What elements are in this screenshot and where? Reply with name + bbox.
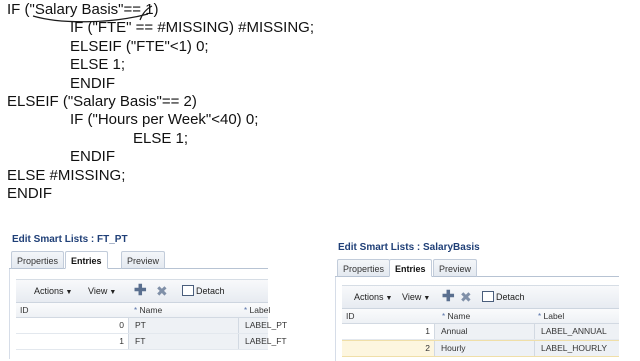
dropdown-arrow-icon: ▼ — [423, 295, 431, 302]
entries-toolbar: Actions ▼ View ▼ ✚ ✖ Detach — [16, 279, 268, 303]
code-line: ELSEIF ("Salary Basis"== 2) — [7, 92, 197, 110]
cell-id: 0 — [119, 320, 124, 330]
actions-menu[interactable]: Actions ▼ — [354, 286, 392, 308]
tab-entries[interactable]: Entries — [65, 251, 108, 269]
entries-toolbar: Actions ▼ View ▼ ✚ ✖ Detach — [342, 285, 619, 309]
code-line: ELSE 1; — [70, 56, 126, 74]
asterisk-icon: * — [442, 312, 446, 321]
cell-name[interactable]: FT — [128, 334, 238, 349]
asterisk-icon: * — [134, 306, 138, 315]
cell-id: 1 — [425, 326, 430, 336]
code-line: ELSEIF ("FTE"<1) 0; — [70, 37, 209, 55]
panel-title: Edit Smart Lists : SalaryBasis — [338, 242, 480, 253]
cell-label[interactable]: LABEL_HOURLY — [534, 341, 619, 356]
code-line: IF ("Hours per Week"<40) 0; — [70, 111, 259, 129]
smart-list-panel-salary-basis: Edit Smart Lists : SalaryBasis Propertie… — [335, 240, 619, 361]
x-icon[interactable]: ✖ — [460, 286, 472, 308]
code-line: ELSE #MISSING; — [7, 166, 126, 184]
tab-entries[interactable]: Entries — [389, 259, 432, 277]
entries-grid: ID * Name * Label 1 Annual LABEL_ANNUAL … — [342, 309, 619, 357]
view-menu[interactable]: View ▼ — [402, 286, 430, 308]
cell-label[interactable]: LABEL_ANNUAL — [534, 324, 619, 339]
code-line: ENDIF — [70, 148, 115, 166]
tab-properties[interactable]: Properties — [11, 251, 65, 269]
column-header-name: * Name — [134, 305, 163, 315]
pen-annotation — [32, 5, 153, 23]
plus-icon[interactable]: ✚ — [134, 280, 147, 302]
cell-label[interactable]: LABEL_FT — [238, 334, 287, 349]
column-header-label: * Label — [244, 305, 271, 315]
asterisk-icon: * — [244, 306, 248, 315]
column-header-id: ID — [346, 311, 355, 321]
tab-properties[interactable]: Properties — [337, 259, 391, 277]
tab-bar: Properties Entries Preview — [335, 256, 619, 277]
panel-title: Edit Smart Lists : FT_PT — [12, 234, 128, 245]
cell-label[interactable]: LABEL_PT — [238, 318, 287, 333]
x-icon[interactable]: ✖ — [156, 280, 168, 302]
column-header-name: * Name — [442, 311, 471, 321]
column-header-id: ID — [20, 305, 29, 315]
table-row[interactable]: 1 FT LABEL_FT — [16, 334, 287, 350]
entries-content: Actions ▼ View ▼ ✚ ✖ Detach ID * Name * La… — [335, 277, 619, 361]
code-line: ENDIF — [7, 184, 52, 202]
cell-id: 2 — [425, 343, 430, 353]
detach-button[interactable]: Detach — [482, 286, 525, 308]
dropdown-arrow-icon: ▼ — [385, 295, 393, 302]
detach-icon — [182, 285, 194, 297]
entries-grid: ID * Name * Label 0 PT LABEL_PT 1 FT LAB… — [16, 303, 287, 350]
grid-header: ID * Name * Label — [342, 309, 619, 324]
tab-bar: Properties Entries Preview — [9, 248, 268, 269]
code-line: ELSE 1; — [133, 129, 189, 147]
tab-preview[interactable]: Preview — [433, 259, 478, 277]
cell-name[interactable]: PT — [128, 318, 238, 333]
entries-content: Actions ▼ View ▼ ✚ ✖ Detach ID * Name * La… — [9, 269, 287, 359]
dropdown-arrow-icon: ▼ — [109, 289, 117, 296]
actions-menu[interactable]: Actions ▼ — [34, 280, 72, 302]
detach-icon — [482, 291, 494, 303]
dropdown-arrow-icon: ▼ — [65, 289, 73, 296]
detach-button[interactable]: Detach — [182, 280, 225, 302]
plus-icon[interactable]: ✚ — [442, 286, 455, 308]
table-row[interactable]: 2 Hourly LABEL_HOURLY — [342, 340, 619, 357]
table-row[interactable]: 0 PT LABEL_PT — [16, 318, 287, 334]
view-menu[interactable]: View ▼ — [88, 280, 116, 302]
cell-name[interactable]: Annual — [434, 324, 534, 339]
cell-id: 1 — [119, 336, 124, 346]
smart-list-panel-ft-pt: Edit Smart Lists : FT_PT Properties Entr… — [9, 232, 287, 360]
asterisk-icon: * — [538, 312, 542, 321]
grid-header: ID * Name * Label — [16, 303, 271, 318]
table-row[interactable]: 1 Annual LABEL_ANNUAL — [342, 324, 619, 340]
cell-name[interactable]: Hourly — [434, 341, 534, 356]
tab-preview[interactable]: Preview — [121, 251, 166, 269]
code-line: ENDIF — [70, 74, 115, 92]
column-header-label: * Label — [538, 311, 565, 321]
